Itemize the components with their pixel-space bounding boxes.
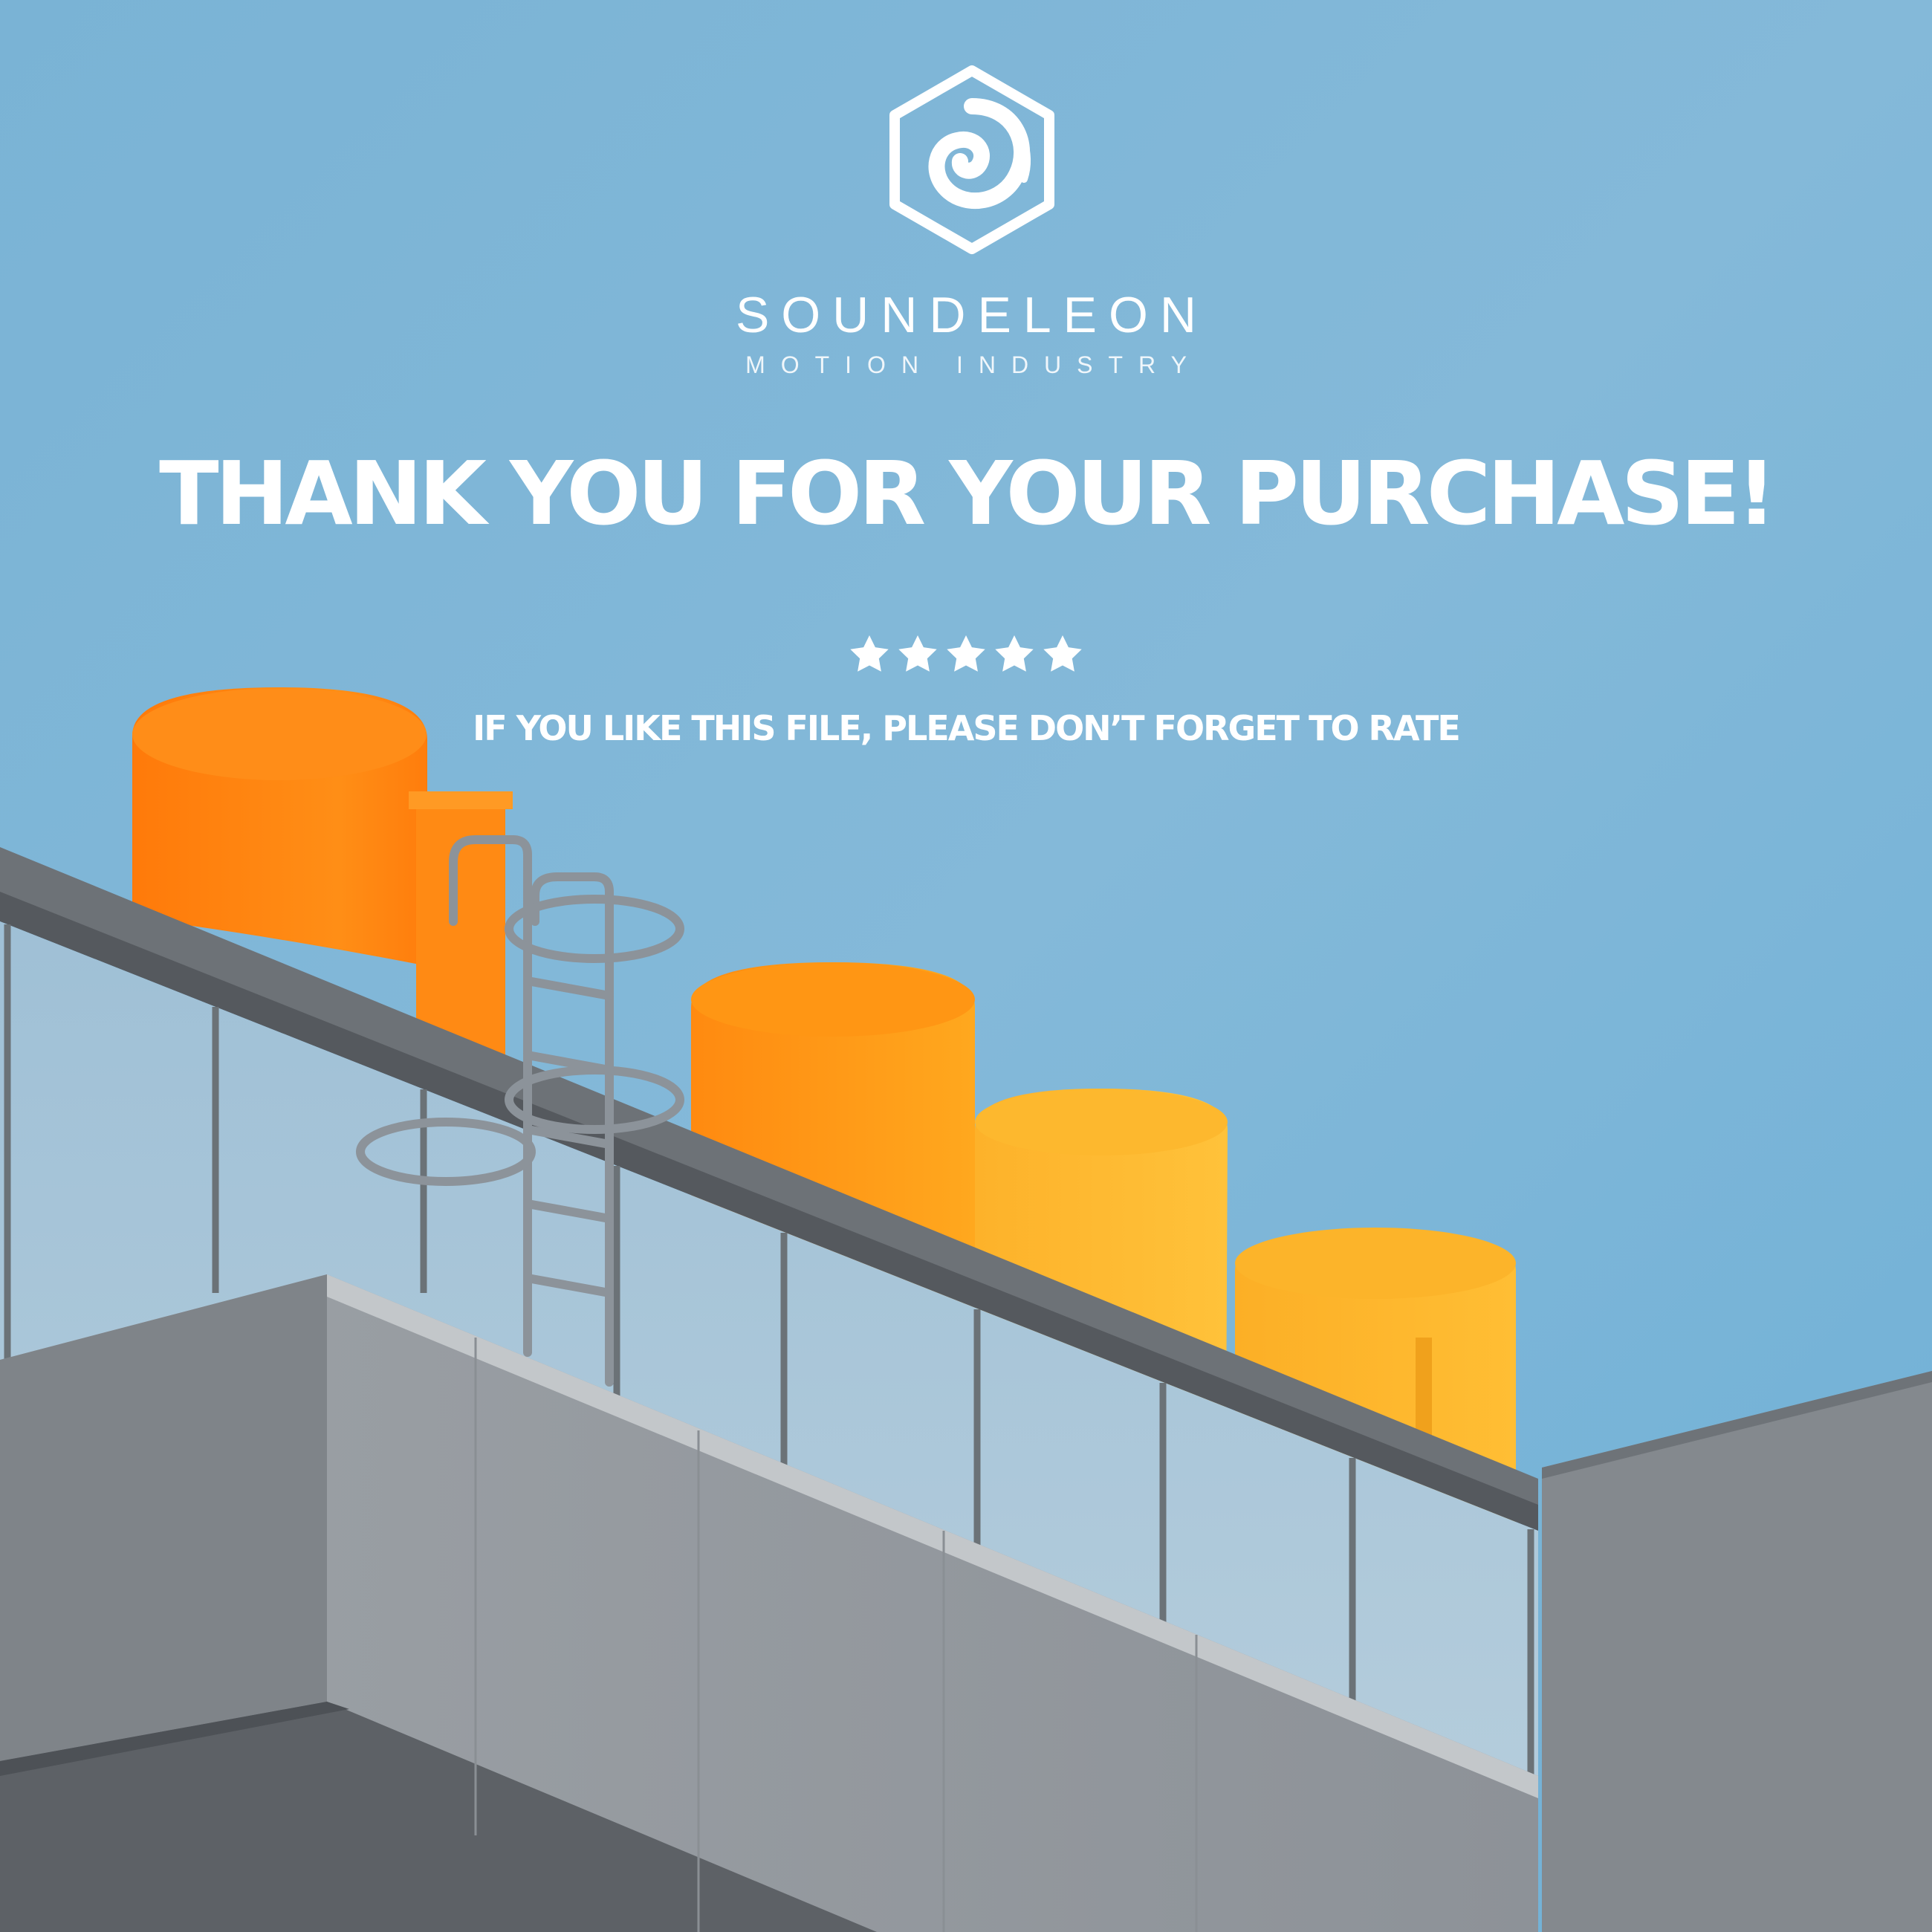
star-icon <box>1043 635 1082 672</box>
brand-tagline: MOTION INDUSTRY <box>745 351 1202 378</box>
thank-you-card: SOUNDELEON MOTION INDUSTRY THANK YOU FOR… <box>0 0 1932 1932</box>
brand-name: SOUNDELEON <box>735 287 1209 343</box>
hexagon-swirl-icon <box>889 65 1054 254</box>
rate-message: IF YOU LIKE THIS FILE, PLEASE DON’T FORG… <box>473 708 1461 748</box>
star-rating <box>850 635 1082 672</box>
star-icon <box>850 635 889 672</box>
star-icon <box>898 635 937 672</box>
page-title: THANK YOU FOR YOUR PURCHASE! <box>159 442 1777 545</box>
star-icon <box>947 635 985 672</box>
star-icon <box>995 635 1034 672</box>
